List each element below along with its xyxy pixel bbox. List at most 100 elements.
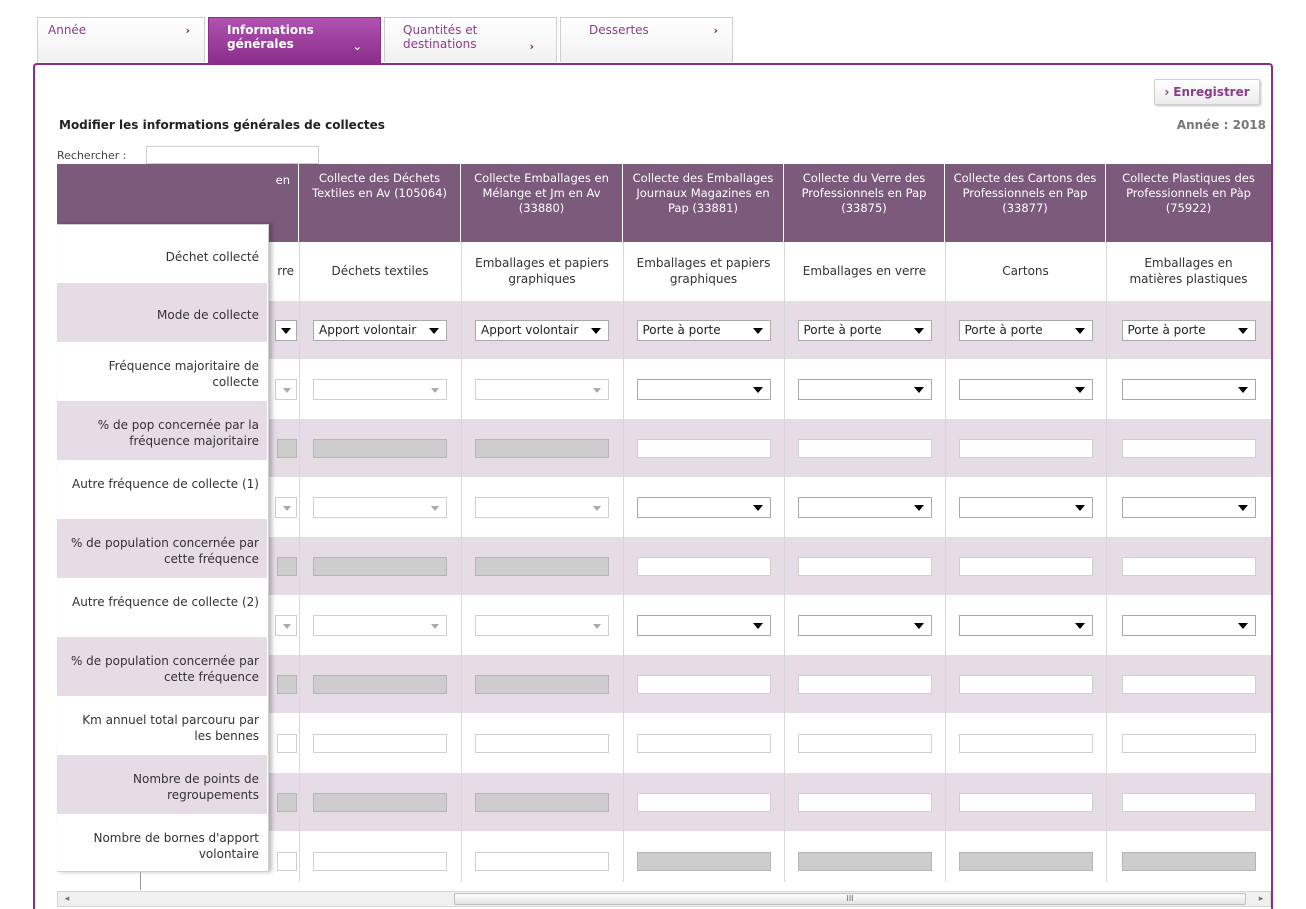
chevron-right-icon: ›: [713, 24, 718, 37]
km-field[interactable]: [1121, 733, 1256, 753]
percent-field[interactable]: [1121, 674, 1256, 694]
column-divider: [299, 242, 300, 882]
percent-field[interactable]: [1121, 438, 1256, 458]
chevron-right-icon: ›: [185, 24, 190, 37]
caret-down-icon: [913, 386, 924, 393]
drop-off-points-field[interactable]: [313, 851, 447, 871]
percent-field: [313, 674, 447, 694]
percent-field: [475, 438, 609, 458]
percent-field[interactable]: [958, 674, 1093, 694]
tab-quantites-destinations[interactable]: Quantités et destinations ›: [384, 17, 557, 62]
grouping-points-field: [313, 792, 447, 812]
frequency-select[interactable]: [636, 496, 771, 518]
collection-mode-select[interactable]: Porte à porte: [958, 319, 1093, 341]
grouping-points-field[interactable]: [958, 792, 1093, 812]
waste-type: Déchets textiles: [331, 264, 429, 278]
percent-field[interactable]: [636, 674, 771, 694]
grouping-points-field: [277, 792, 297, 812]
km-field[interactable]: [313, 733, 447, 753]
drop-off-points-field[interactable]: [475, 851, 609, 871]
caret-down-icon: [281, 327, 291, 334]
tab-annee[interactable]: Année ›: [37, 17, 205, 62]
grouping-points-field[interactable]: [636, 792, 771, 812]
caret-down-icon: [752, 504, 763, 511]
select-value: Porte à porte: [964, 322, 1043, 337]
drop-off-points-field: [958, 851, 1093, 871]
horizontal-scrollbar[interactable]: ◂ III ▸: [57, 891, 1271, 907]
column-header: Collecte des Emballages Journaux Magazin…: [623, 164, 784, 242]
frequency-select[interactable]: [636, 378, 771, 400]
grouping-points-field[interactable]: [1121, 792, 1256, 812]
km-field[interactable]: [475, 733, 609, 753]
frequency-select[interactable]: [1121, 614, 1256, 636]
percent-field[interactable]: [797, 438, 932, 458]
frequency-select[interactable]: [958, 614, 1093, 636]
percent-field: [277, 556, 297, 576]
km-field[interactable]: [636, 733, 771, 753]
collection-mode-select[interactable]: Apport volontair: [313, 319, 447, 341]
grouping-points-field[interactable]: [797, 792, 932, 812]
chevron-down-icon: ⌄: [352, 40, 362, 53]
year-label: Année : 2018: [1176, 118, 1266, 132]
save-button[interactable]: › Enregistrer: [1154, 79, 1260, 105]
search-input[interactable]: [146, 146, 319, 164]
percent-field: [277, 438, 297, 458]
frequency-select[interactable]: [636, 614, 771, 636]
percent-field[interactable]: [1121, 556, 1256, 576]
caret-down-icon: [1237, 504, 1248, 511]
row-label: Nombre de bornes d'apport volontaire: [93, 831, 259, 861]
collection-mode-select[interactable]: [275, 319, 297, 341]
collection-mode-select[interactable]: Porte à porte: [1121, 319, 1256, 341]
column-header: Collecte des Déchets Textiles en Av (105…: [299, 164, 461, 242]
km-field[interactable]: [958, 733, 1093, 753]
collection-mode-select[interactable]: Apport volontair: [475, 319, 609, 341]
tab-informations-generales[interactable]: Informations générales ⌄: [208, 17, 381, 64]
percent-field[interactable]: [958, 556, 1093, 576]
percent-field[interactable]: [797, 556, 932, 576]
frequency-select[interactable]: [1121, 496, 1256, 518]
collection-mode-select[interactable]: Porte à porte: [797, 319, 932, 341]
page-title: Modifier les informations générales de c…: [59, 118, 385, 132]
caret-down-icon: [1074, 386, 1085, 393]
frequency-select[interactable]: [797, 496, 932, 518]
row-label: Fréquence majoritaire de collecte: [108, 359, 259, 389]
collection-mode-select[interactable]: Porte à porte: [636, 319, 771, 341]
scrollbar-thumb[interactable]: III: [454, 893, 1246, 905]
scroll-right-icon[interactable]: ▸: [1254, 892, 1268, 906]
frequency-select[interactable]: [1121, 378, 1256, 400]
percent-field[interactable]: [636, 556, 771, 576]
percent-field[interactable]: [797, 674, 932, 694]
caret-down-icon: [283, 387, 291, 393]
caret-down-icon: [752, 327, 763, 334]
drop-off-points-field[interactable]: [277, 851, 297, 871]
caret-down-icon: [913, 504, 924, 511]
row-label: Nombre de points de regroupements: [57, 755, 267, 814]
waste-type: Cartons: [1002, 264, 1049, 278]
percent-field[interactable]: [636, 438, 771, 458]
frequency-select[interactable]: [797, 378, 932, 400]
frequency-select: [313, 378, 447, 400]
caret-down-icon: [752, 622, 763, 629]
caret-down-icon: [913, 327, 924, 334]
caret-down-icon: [1074, 504, 1085, 511]
chevron-right-icon: ›: [1164, 85, 1170, 99]
frequency-select[interactable]: [958, 378, 1093, 400]
km-field[interactable]: [797, 733, 932, 753]
caret-down-icon: [1237, 622, 1248, 629]
caret-down-icon: [593, 387, 601, 393]
scroll-left-icon[interactable]: ◂: [60, 892, 74, 906]
km-field[interactable]: [277, 733, 297, 753]
search-label: Rechercher :: [57, 149, 127, 162]
tab-dessertes[interactable]: Dessertes ›: [560, 17, 733, 62]
caret-down-icon: [283, 623, 291, 629]
row-label: % de pop concernée par la fréquence majo…: [57, 401, 267, 460]
column-divider: [623, 242, 624, 882]
frequency-select: [475, 378, 609, 400]
drop-off-points-field: [797, 851, 932, 871]
select-value: Porte à porte: [1127, 322, 1206, 337]
column-divider: [784, 242, 785, 882]
frequency-select[interactable]: [797, 614, 932, 636]
percent-field[interactable]: [958, 438, 1093, 458]
frequency-select[interactable]: [958, 496, 1093, 518]
grouping-points-field: [475, 792, 609, 812]
